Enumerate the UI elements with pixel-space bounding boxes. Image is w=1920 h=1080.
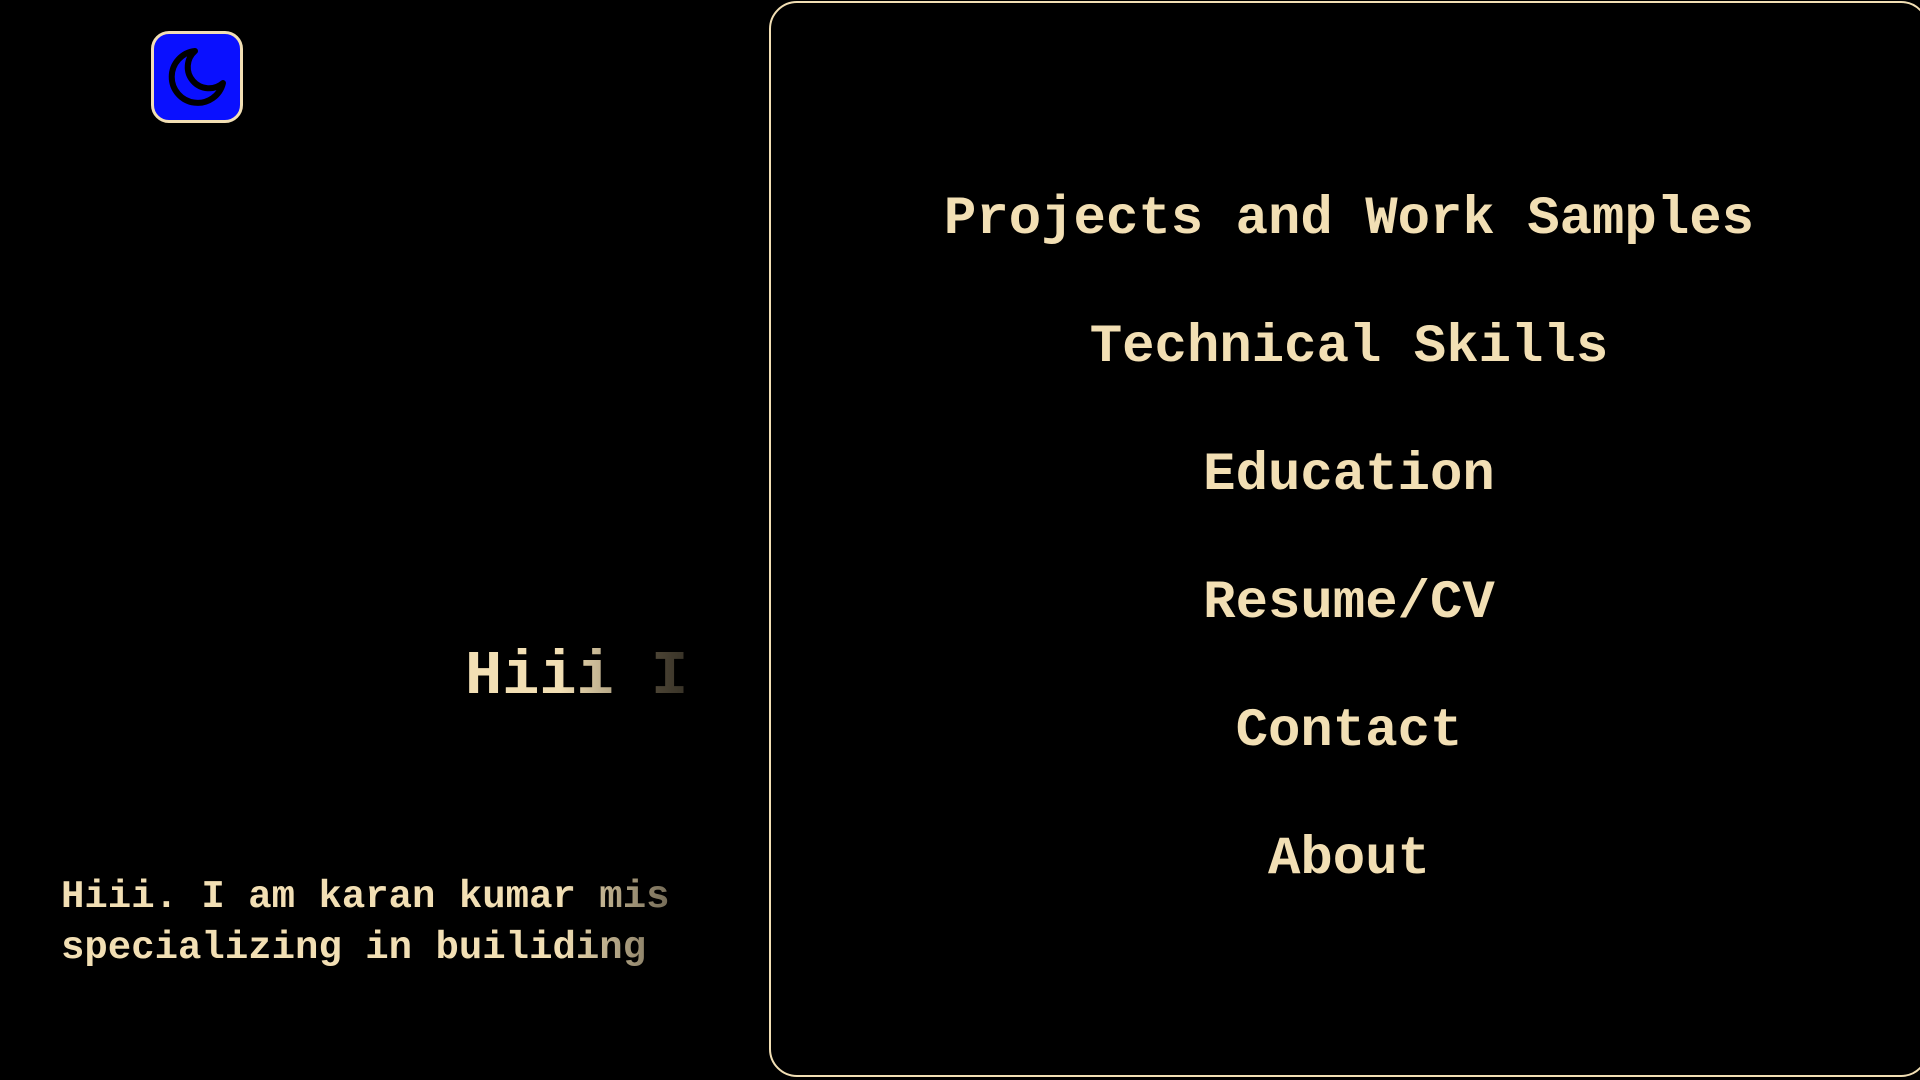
navigation-menu-list: Projects and Work Samples Technical Skil… [771,156,1920,924]
theme-toggle-button[interactable] [151,31,243,123]
menu-item-education[interactable]: Education [771,412,1920,540]
moon-icon [168,48,226,106]
menu-item-contact[interactable]: Contact [771,668,1920,796]
hero-intro-line-1: Hiii. I am karan kumar mis [61,875,670,919]
hero-intro-line-2: specializing in builiding [61,926,647,970]
menu-item-technical-skills[interactable]: Technical Skills [771,284,1920,412]
menu-item-projects[interactable]: Projects and Work Samples [771,156,1920,284]
hero-heading-text: Hiii [465,641,652,712]
navigation-menu-panel: Projects and Work Samples Technical Skil… [769,1,1920,1077]
menu-item-about[interactable]: About [771,796,1920,924]
hero-intro: Hiii. I am karan kumar mis specializing i… [61,872,670,974]
portfolio-page: Hiii I Hiii. I am karan kumar mis special… [0,0,1920,1080]
hero-heading-faded-text: I [651,641,689,712]
hero-heading: Hiii I [465,640,688,714]
menu-item-resume[interactable]: Resume/CV [771,540,1920,668]
